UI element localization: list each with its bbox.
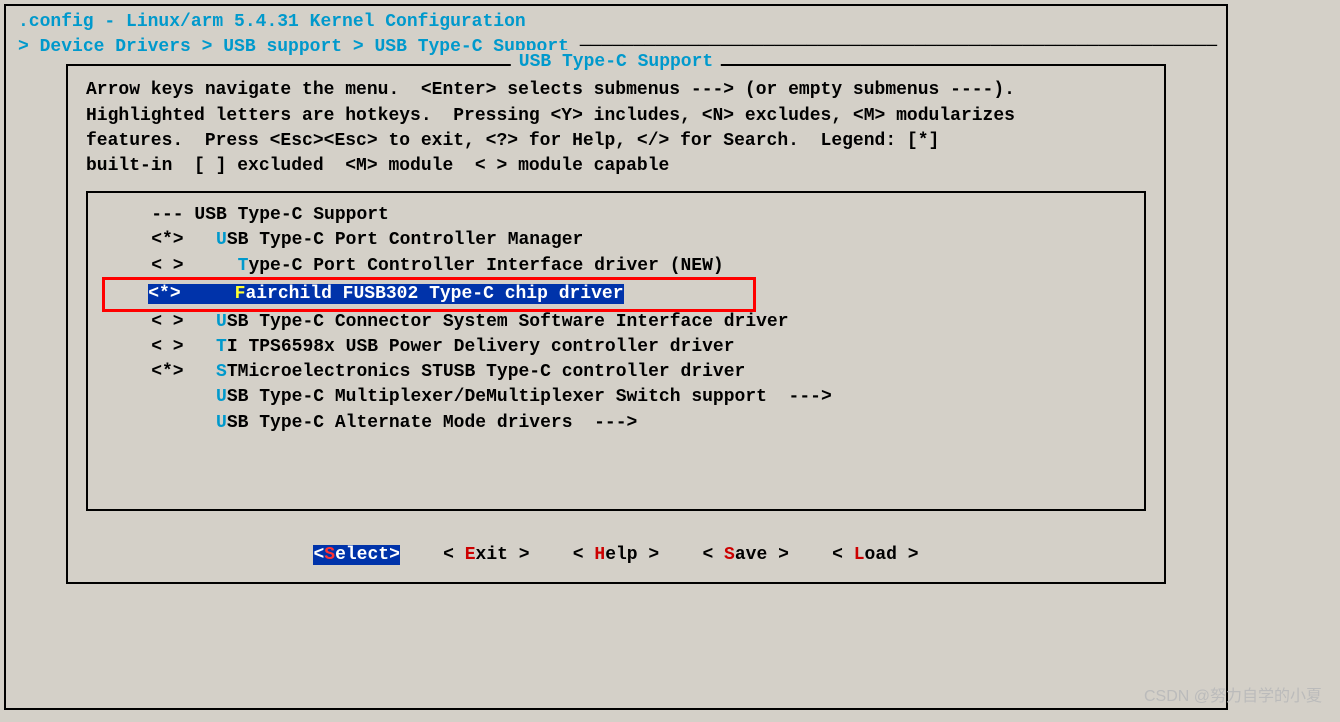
menu-item[interactable]: < > TI TPS6598x USB Power Delivery contr… [108, 335, 1124, 360]
menu-item[interactable]: < > Type-C Port Controller Interface dri… [108, 254, 1124, 279]
window-title: .config - Linux/arm 5.4.31 Kernel Config… [6, 6, 1226, 35]
panel-title: USB Type-C Support [511, 50, 721, 75]
main-panel: USB Type-C Support Arrow keys navigate t… [66, 64, 1166, 584]
load-button[interactable]: < Load > [832, 545, 918, 565]
menu-item[interactable]: USB Type-C Alternate Mode drivers ---> [108, 411, 1124, 436]
menu-item[interactable]: < > USB Type-C Connector System Software… [108, 310, 1124, 335]
menu-item[interactable]: <*> STMicroelectronics STUSB Type-C cont… [108, 360, 1124, 385]
highlight-box-icon: <*> Fairchild FUSB302 Type-C chip driver [102, 277, 756, 312]
menu-list[interactable]: --- USB Type-C Support <*> USB Type-C Po… [86, 191, 1146, 511]
exit-button[interactable]: < Exit > [443, 545, 529, 565]
help-button[interactable]: < Help > [573, 545, 659, 565]
menu-item[interactable]: --- USB Type-C Support [108, 203, 1124, 228]
menu-item[interactable]: USB Type-C Multiplexer/DeMultiplexer Swi… [108, 385, 1124, 410]
watermark: CSDN @努力自学的小夏 [1144, 686, 1322, 708]
terminal-window: .config - Linux/arm 5.4.31 Kernel Config… [4, 4, 1228, 710]
select-button[interactable]: <Select> [313, 545, 399, 565]
button-bar: <Select> < Exit > < Help > < Save > < Lo… [86, 543, 1146, 568]
help-text: Arrow keys navigate the menu. <Enter> se… [86, 78, 1146, 179]
menu-item-selected[interactable]: <*> Fairchild FUSB302 Type-C chip driver [108, 279, 1124, 310]
save-button[interactable]: < Save > [702, 545, 788, 565]
menu-item[interactable]: <*> USB Type-C Port Controller Manager [108, 228, 1124, 253]
